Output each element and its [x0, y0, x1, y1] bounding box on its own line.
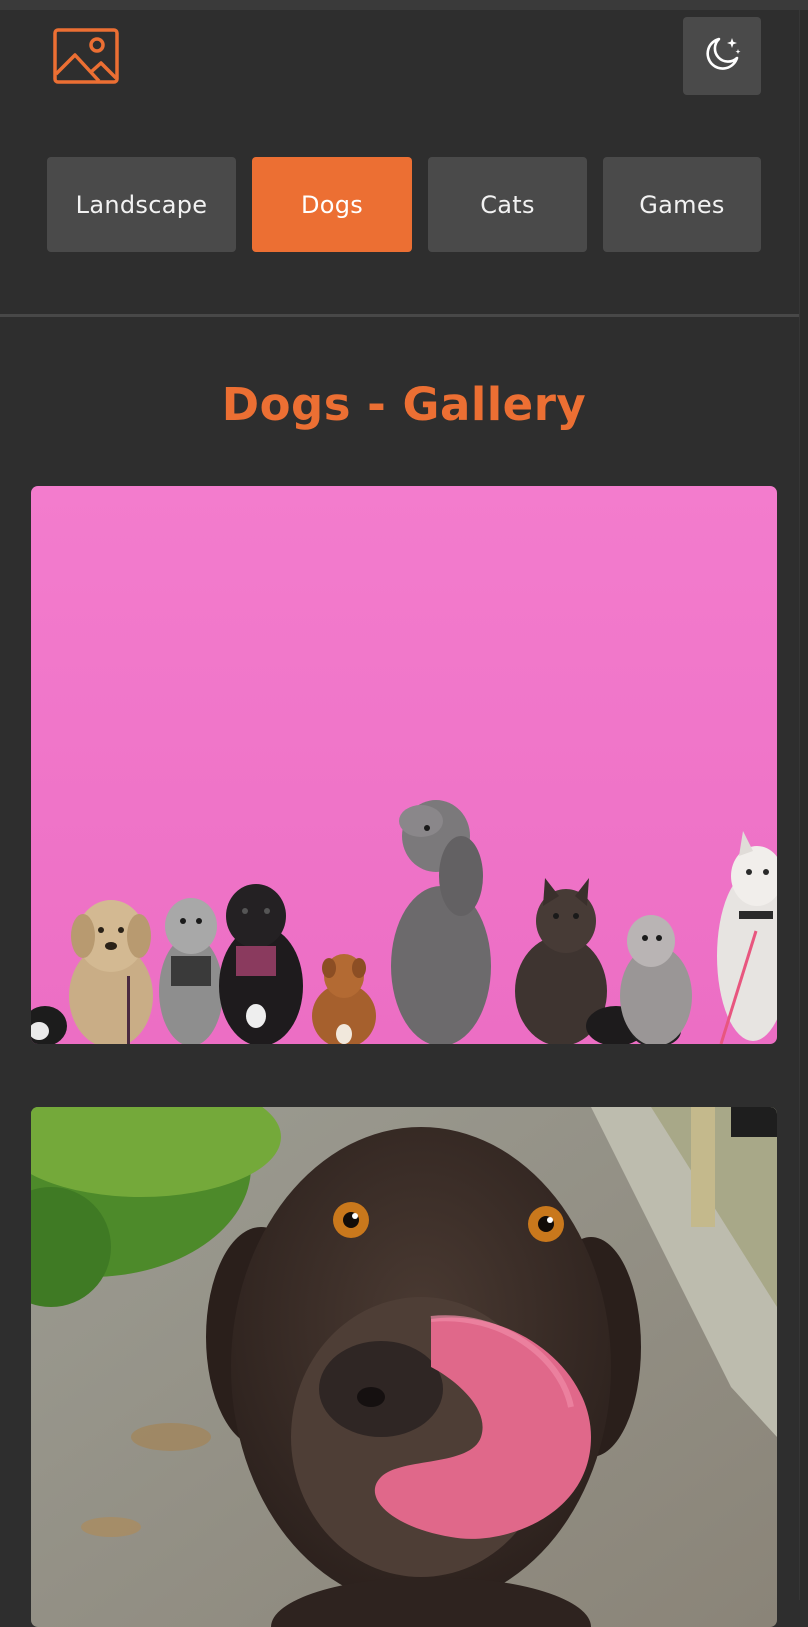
site-header: Landscape Dogs Cats Games	[0, 10, 808, 315]
image-icon[interactable]	[53, 28, 119, 84]
dogs-against-pink-wall-photo[interactable]	[31, 486, 777, 1044]
header-divider	[0, 314, 808, 317]
nav-games-button[interactable]: Games	[603, 157, 761, 252]
top-strip	[0, 0, 808, 10]
theme-toggle-button[interactable]	[683, 17, 761, 95]
brown-dog-licking-nose-photo[interactable]	[31, 1107, 777, 1627]
nav-cats-button[interactable]: Cats	[428, 157, 587, 252]
gallery-title: Dogs - Gallery	[221, 378, 587, 431]
nav-landscape-button[interactable]: Landscape	[47, 157, 236, 252]
scrollbar-track[interactable]	[799, 10, 808, 1600]
nav-dogs-button[interactable]: Dogs	[252, 157, 412, 252]
moon-stars-icon	[702, 34, 742, 78]
category-nav: Landscape Dogs Cats Games	[0, 157, 808, 252]
